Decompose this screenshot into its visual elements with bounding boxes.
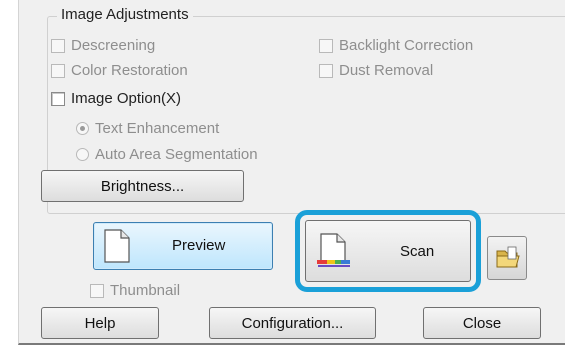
scan-settings-dialog: Image Adjustments Descreening Backlight …	[18, 0, 565, 345]
image-adjustments-title: Image Adjustments	[57, 6, 193, 23]
preview-button[interactable]: Preview	[93, 222, 273, 270]
help-button[interactable]: Help	[41, 307, 159, 339]
folder-icon	[496, 246, 520, 268]
thumbnail-option[interactable]: Thumbnail	[90, 282, 180, 299]
text-enhancement-label: Text Enhancement	[95, 120, 220, 137]
dust-removal-label: Dust Removal	[339, 62, 434, 79]
auto-area-segmentation-radio[interactable]	[76, 148, 89, 161]
backlight-correction-option[interactable]: Backlight Correction	[319, 37, 473, 54]
scan-button-label: Scan	[400, 243, 435, 260]
color-restoration-label: Color Restoration	[71, 62, 188, 79]
descreening-label: Descreening	[71, 37, 156, 54]
auto-area-segmentation-option[interactable]: Auto Area Segmentation	[76, 146, 258, 163]
backlight-correction-checkbox[interactable]	[319, 38, 333, 53]
dust-removal-checkbox[interactable]	[319, 63, 333, 78]
descreening-option[interactable]: Descreening	[51, 37, 155, 54]
image-option-checkbox[interactable]	[51, 91, 65, 106]
preview-button-label: Preview	[172, 237, 226, 254]
scan-button[interactable]: Scan	[305, 220, 471, 282]
thumbnail-checkbox[interactable]	[90, 283, 104, 298]
scanner-document-icon	[317, 233, 350, 267]
image-option[interactable]: Image Option(X)	[51, 90, 181, 107]
document-icon	[104, 229, 130, 263]
help-button-label: Help	[84, 314, 116, 332]
configuration-button-label: Configuration...	[241, 314, 344, 332]
auto-area-segmentation-label: Auto Area Segmentation	[95, 146, 258, 163]
close-button-label: Close	[462, 314, 502, 332]
configuration-button[interactable]: Configuration...	[209, 307, 376, 339]
brightness-button-label: Brightness...	[100, 177, 185, 195]
backlight-correction-label: Backlight Correction	[339, 37, 474, 54]
open-folder-button[interactable]	[487, 236, 527, 280]
close-button[interactable]: Close	[423, 307, 541, 339]
color-restoration-option[interactable]: Color Restoration	[51, 62, 188, 79]
color-restoration-checkbox[interactable]	[51, 63, 65, 78]
descreening-checkbox[interactable]	[51, 38, 65, 53]
image-option-label: Image Option(X)	[71, 90, 182, 107]
thumbnail-label: Thumbnail	[110, 282, 181, 299]
text-enhancement-option[interactable]: Text Enhancement	[76, 120, 219, 137]
text-enhancement-radio[interactable]	[76, 122, 89, 135]
brightness-button[interactable]: Brightness...	[41, 170, 244, 202]
dust-removal-option[interactable]: Dust Removal	[319, 62, 433, 79]
